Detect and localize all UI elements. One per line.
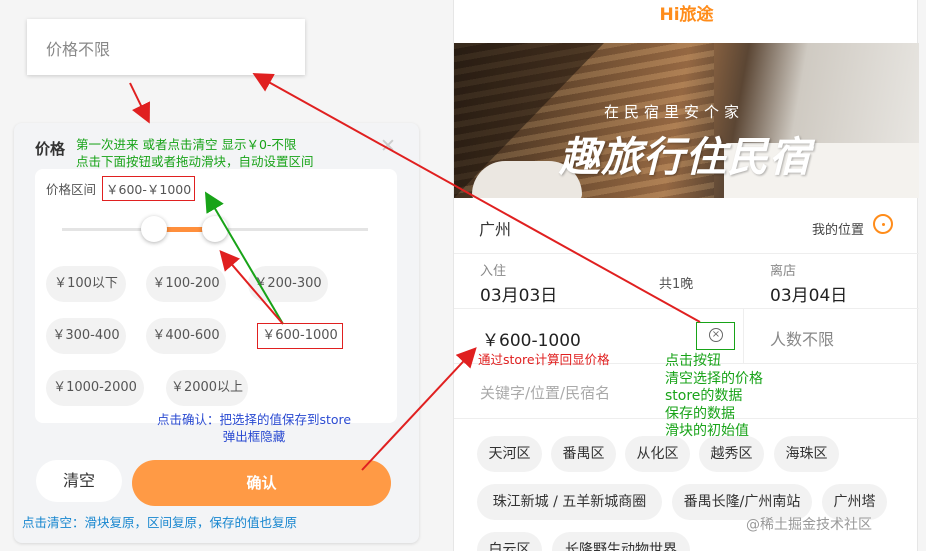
checkin-label: 入住 (480, 264, 507, 279)
arrow-down-to-panel (129, 82, 150, 124)
price-unlimited-field[interactable]: 价格不限 (27, 19, 305, 75)
slider-knob-min[interactable] (141, 216, 167, 242)
annotation-confirm-1: 点击确认：把选择的值保存到store (156, 412, 352, 427)
screenshot: 价格不限 价格 ✕ 第一次进来 或者点击清空 显示￥0-不限 点击下面按钮或者拖… (0, 0, 926, 551)
price-chip[interactable]: ￥200-300 (248, 266, 328, 302)
area-tag[interactable]: 从化区 (625, 436, 690, 472)
checkin-date[interactable]: 03月03日 (480, 281, 557, 306)
area-tag[interactable]: 珠江新城 / 五羊新城商圈 (477, 484, 662, 520)
price-chip[interactable]: ￥300-400 (46, 318, 126, 354)
area-tag[interactable]: 天河区 (477, 436, 542, 472)
area-tag[interactable]: 长隆野生动物世界 (552, 532, 690, 551)
price-popup: 价格 ✕ 第一次进来 或者点击清空 显示￥0-不限 点击下面按钮或者拖动滑块，自… (14, 123, 419, 543)
mobile-app-view: Hi旅途 在民宿里安个家 趣旅行住民宿 广州 我的位置 入住 03月03日 离店… (453, 0, 919, 551)
annotation-auto-range: 点击下面按钮或者拖动滑块，自动设置区间 (76, 154, 314, 169)
price-chip[interactable]: ￥100-200 (146, 266, 226, 302)
price-chip[interactable]: ￥100以下 (46, 266, 126, 302)
range-label: 价格区间 (46, 182, 97, 197)
checkout-label: 离店 (770, 264, 797, 279)
price-range-card: 价格区间 ￥600-￥1000 ￥100以下 ￥100-200 ￥200-300… (35, 169, 397, 423)
nights-count: 共1晚 (659, 277, 694, 292)
annotation-clear: 点击清空：滑块复原，区间复原，保存的值也复原 (22, 515, 298, 530)
price-chip[interactable]: ￥1000-2000 (46, 370, 144, 406)
price-chip[interactable]: ￥400-600 (146, 318, 226, 354)
area-tag[interactable]: 番禺区 (551, 436, 616, 472)
price-chip[interactable]: ￥2000以上 (166, 370, 248, 406)
slider-knob-max[interactable] (202, 216, 228, 242)
checkout-date[interactable]: 03月04日 (770, 281, 847, 306)
annotation-clear-button: 点击按钮 清空选择的价格 store的数据 保存的数据 滑块的初始值 (665, 353, 763, 441)
watermark: @稀土掘金技术社区 (746, 517, 872, 533)
clear-circle-icon: × (709, 328, 723, 342)
area-tag[interactable]: 越秀区 (699, 436, 764, 472)
city-name: 广州 (479, 220, 512, 239)
app-title: Hi旅途 (659, 5, 714, 25)
price-chip-selected[interactable]: ￥600-1000 (257, 323, 343, 349)
area-tag[interactable]: 白云区 (477, 532, 542, 551)
clear-button[interactable]: 清空 (36, 460, 122, 502)
annotation-line: store的数据 (665, 388, 743, 404)
confirm-button[interactable]: 确认 (132, 460, 391, 506)
keyword-input[interactable]: 关键字/位置/民宿名 (480, 382, 610, 403)
banner-image: 在民宿里安个家 趣旅行住民宿 (454, 43, 919, 198)
close-icon[interactable]: ✕ (380, 135, 396, 157)
popup-title: 价格 (35, 140, 66, 158)
city-row[interactable]: 广州 我的位置 (454, 198, 919, 254)
annotation-first-visit: 第一次进来 或者点击清空 显示￥0-不限 (76, 137, 297, 152)
annotation-line: 清空选择的价格 (665, 370, 763, 387)
location-target-icon[interactable] (873, 214, 893, 234)
clear-price-button[interactable]: × (696, 322, 735, 350)
annotation-line: 点击按钮 (665, 353, 721, 369)
banner-subtitle: 在民宿里安个家 (604, 103, 745, 121)
people-selector[interactable]: 人数不限 (770, 326, 834, 350)
area-tag[interactable]: 海珠区 (774, 436, 839, 472)
selected-price[interactable]: ￥600-1000 (482, 326, 581, 351)
price-unlimited-label: 价格不限 (46, 40, 111, 59)
range-value: ￥600-￥1000 (102, 176, 196, 201)
my-location-label[interactable]: 我的位置 (812, 219, 864, 238)
annotation-confirm-2: 弹出框隐藏 (222, 429, 286, 444)
annotation-line: 保存的数据 (665, 405, 735, 422)
banner-title: 趣旅行住民宿 (559, 133, 811, 181)
